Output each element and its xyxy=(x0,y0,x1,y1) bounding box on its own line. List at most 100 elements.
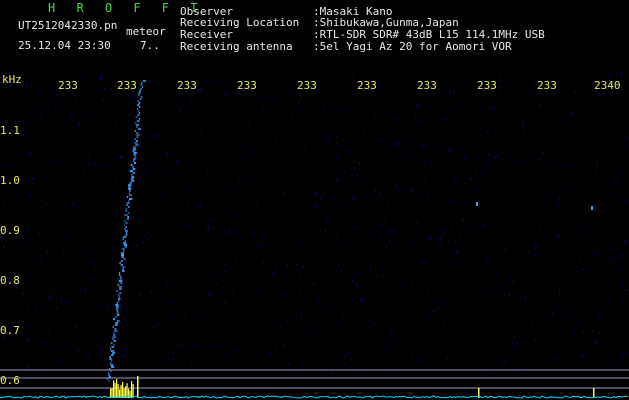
noise-speck xyxy=(448,333,450,336)
noise-speck xyxy=(298,187,299,190)
noise-speck xyxy=(224,91,226,94)
trace-segment xyxy=(138,94,140,96)
noise-speck xyxy=(450,262,452,265)
noise-speck xyxy=(602,216,604,219)
noise-speck xyxy=(220,180,222,183)
noise-speck xyxy=(0,218,2,221)
noise-speck xyxy=(184,109,186,111)
noise-speck xyxy=(350,242,351,244)
noise-speck xyxy=(377,72,379,74)
noise-speck xyxy=(448,150,449,153)
noise-speck xyxy=(590,77,592,80)
noise-speck xyxy=(323,201,325,204)
noise-speck xyxy=(609,118,611,121)
noise-speck xyxy=(360,298,362,302)
trace-segment xyxy=(116,320,120,322)
noise-speck xyxy=(475,184,477,186)
noise-speck xyxy=(435,358,437,362)
noise-speck xyxy=(320,196,322,199)
noise-speck xyxy=(253,128,255,130)
noise-speck xyxy=(623,251,625,255)
noise-speck xyxy=(313,352,315,355)
noise-speck xyxy=(168,117,170,120)
noise-speck xyxy=(554,110,556,112)
trace-segment xyxy=(129,198,133,200)
noise-speck xyxy=(425,350,427,353)
noise-speck xyxy=(120,337,122,341)
noise-speck xyxy=(460,120,462,122)
noise-speck xyxy=(619,254,621,257)
noise-speck xyxy=(202,152,204,154)
noise-speck xyxy=(483,224,485,228)
noise-speck xyxy=(305,326,307,329)
noise-speck xyxy=(428,315,430,318)
noise-speck xyxy=(525,278,526,281)
noise-speck xyxy=(2,91,4,94)
noise-speck xyxy=(36,288,37,290)
trace-segment xyxy=(134,162,137,164)
noise-speck xyxy=(571,131,572,135)
noise-speck xyxy=(468,123,470,127)
noise-speck xyxy=(85,139,87,142)
noise-speck xyxy=(64,208,66,211)
noise-speck xyxy=(461,347,463,350)
noise-speck xyxy=(378,246,379,249)
noise-speck xyxy=(92,246,94,249)
noise-speck xyxy=(582,328,584,330)
noise-speck xyxy=(4,338,6,341)
trace-segment xyxy=(119,274,121,276)
noise-speck xyxy=(580,216,582,218)
noise-speck xyxy=(188,102,190,106)
trace-segment xyxy=(108,358,113,360)
noise-speck xyxy=(355,168,357,170)
trace-segment xyxy=(111,366,115,368)
noise-speck xyxy=(308,140,310,142)
noise-speck xyxy=(435,332,437,334)
noise-speck xyxy=(226,147,228,149)
noise-speck xyxy=(345,308,347,310)
noise-speck xyxy=(41,89,43,92)
noise-speck xyxy=(349,150,351,153)
noise-speck xyxy=(585,291,587,294)
noise-speck xyxy=(119,293,121,297)
noise-speck xyxy=(516,267,518,270)
mode-label: meteor xyxy=(126,25,166,38)
power-spikes xyxy=(110,376,595,398)
noise-speck xyxy=(444,126,446,130)
noise-speck xyxy=(548,319,550,321)
noise-speck xyxy=(408,98,410,101)
noise-speck xyxy=(492,335,494,337)
noise-speck xyxy=(256,203,258,207)
noise-speck xyxy=(69,116,71,119)
noise-speck xyxy=(332,198,334,200)
noise-speck xyxy=(66,363,68,366)
noise-speck xyxy=(381,275,383,277)
noise-speck xyxy=(370,195,372,197)
noise-speck xyxy=(488,367,490,370)
noise-speck xyxy=(582,268,584,271)
noise-speck xyxy=(411,282,413,285)
noise-speck xyxy=(341,270,343,273)
noise-speck xyxy=(436,322,438,325)
noise-speck xyxy=(398,190,400,194)
trace-segment xyxy=(127,216,129,218)
y-tick-label: 0.7 xyxy=(0,324,20,337)
noise-speck xyxy=(364,154,366,157)
noise-speck xyxy=(337,272,339,275)
noise-speck xyxy=(64,302,66,305)
noise-speck xyxy=(24,94,26,97)
noise-speck xyxy=(378,138,379,141)
trace-segment xyxy=(128,212,130,214)
noise-speck xyxy=(460,219,462,222)
power-spike xyxy=(122,382,124,398)
noise-speck xyxy=(294,212,296,214)
noise-speck xyxy=(518,305,520,307)
power-spike xyxy=(132,383,134,398)
trace-segment xyxy=(113,344,115,346)
trace-segment xyxy=(137,108,139,110)
noise-speck xyxy=(111,296,113,299)
trace-segment xyxy=(128,192,130,194)
noise-speck xyxy=(27,365,29,368)
noise-speck xyxy=(603,226,605,228)
noise-speck xyxy=(562,185,564,187)
